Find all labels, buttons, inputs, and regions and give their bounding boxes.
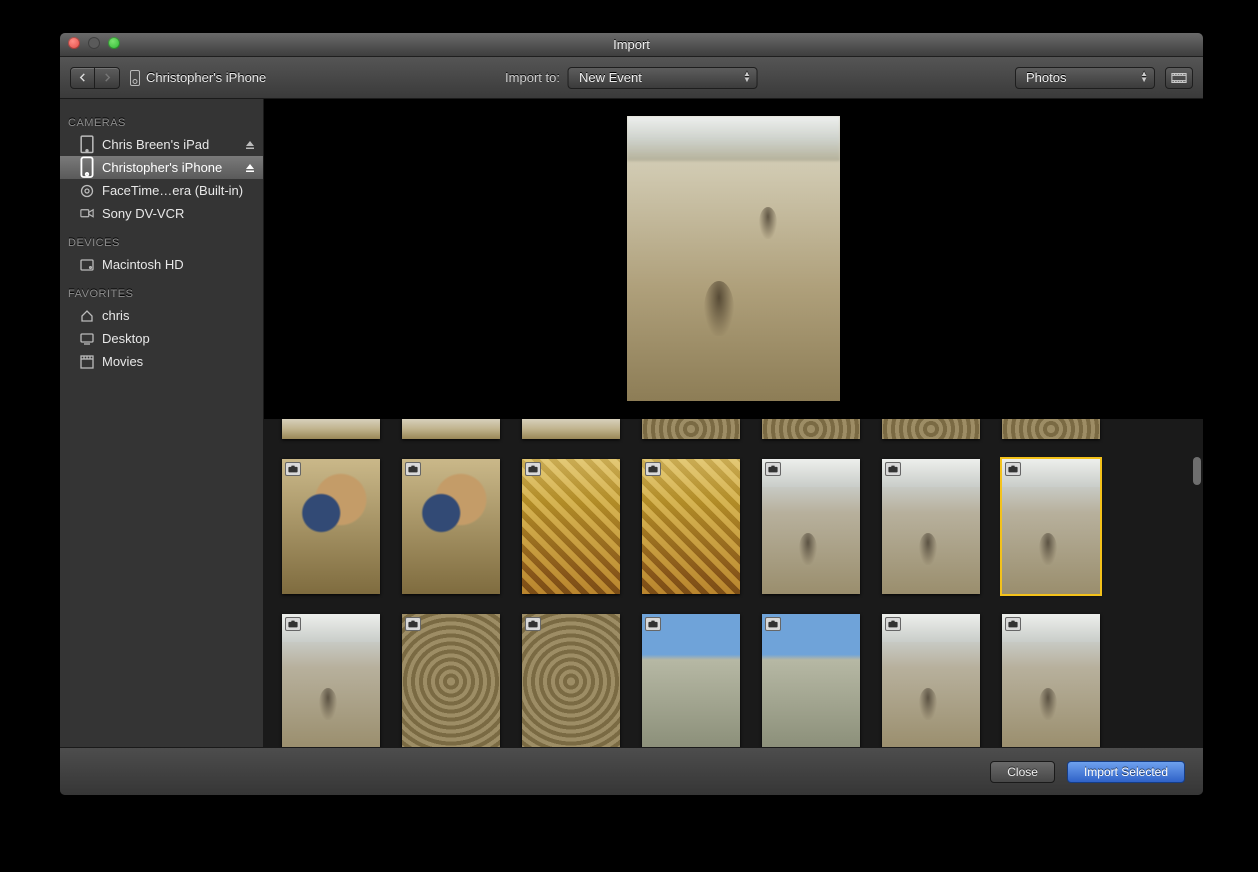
sidebar-item-label: Desktop (102, 331, 150, 346)
main-pane (264, 99, 1203, 747)
hdd-icon (80, 258, 94, 272)
photo-thumbnail[interactable] (882, 459, 980, 594)
import-to-select[interactable]: New Event ▲▼ (568, 67, 758, 89)
nav-forward-button[interactable] (95, 68, 119, 88)
import-window: Import Christopher's iPhone Import to: N… (59, 32, 1204, 796)
view-mode-select[interactable]: Photos ▲▼ (1015, 67, 1155, 89)
movies-icon (80, 355, 94, 369)
window-title: Import (613, 37, 650, 52)
iphone-icon (130, 70, 140, 86)
photo-thumbnail[interactable] (522, 459, 620, 594)
current-device: Christopher's iPhone (130, 70, 266, 86)
zoom-window-button[interactable] (108, 37, 120, 49)
webcam-icon (80, 184, 94, 198)
photo-thumbnail[interactable] (642, 419, 740, 439)
body: CAMERAS Chris Breen's iPad Christopher's i… (60, 99, 1203, 747)
photo-thumbnail[interactable] (282, 614, 380, 747)
camera-badge-icon (525, 462, 541, 476)
titlebar: Import (60, 33, 1203, 57)
sidebar-section-header: CAMERAS (60, 105, 263, 133)
sidebar-section-header: DEVICES (60, 225, 263, 253)
photo-thumbnail[interactable] (642, 459, 740, 594)
import-to-label: Import to: (505, 70, 560, 85)
vertical-scrollbar[interactable] (1193, 457, 1201, 485)
select-arrows-icon: ▲▼ (743, 71, 751, 83)
photo-thumbnail[interactable] (282, 419, 380, 439)
photo-thumbnail[interactable] (762, 419, 860, 439)
photo-thumbnail[interactable] (402, 419, 500, 439)
sidebar-item-label: FaceTime…era (Built-in) (102, 183, 243, 198)
sidebar: CAMERAS Chris Breen's iPad Christopher's i… (60, 99, 264, 747)
camera-badge-icon (645, 462, 661, 476)
import-to-value: New Event (579, 70, 642, 85)
camcorder-icon (80, 207, 94, 221)
preview-pane (264, 99, 1203, 419)
photo-thumbnail[interactable] (1002, 419, 1100, 439)
sidebar-item-label: Movies (102, 354, 143, 369)
filmstrip-view-button[interactable] (1165, 67, 1193, 89)
desktop-icon (80, 332, 94, 346)
minimize-window-button[interactable] (88, 37, 100, 49)
camera-badge-icon (525, 617, 541, 631)
thumbnail-grid[interactable] (264, 419, 1203, 747)
sidebar-item-webcam[interactable]: FaceTime…era (Built-in) (60, 179, 263, 202)
home-icon (80, 309, 94, 323)
photo-thumbnail[interactable] (522, 614, 620, 747)
sidebar-section-header: FAVORITES (60, 276, 263, 304)
import-selected-button[interactable]: Import Selected (1067, 761, 1185, 783)
photo-thumbnail[interactable] (762, 459, 860, 594)
sidebar-item-camcorder[interactable]: Sony DV-VCR (60, 202, 263, 225)
footer: Close Import Selected (60, 747, 1203, 795)
ipad-icon (80, 138, 94, 152)
camera-badge-icon (405, 462, 421, 476)
sidebar-item-movies[interactable]: Movies (60, 350, 263, 373)
select-arrows-icon: ▲▼ (1140, 71, 1148, 83)
photo-thumbnail[interactable] (1002, 459, 1100, 594)
photo-thumbnail[interactable] (882, 614, 980, 747)
sidebar-item-desktop[interactable]: Desktop (60, 327, 263, 350)
camera-badge-icon (285, 462, 301, 476)
camera-badge-icon (645, 617, 661, 631)
filmstrip-icon (1171, 72, 1187, 84)
camera-badge-icon (405, 617, 421, 631)
photo-thumbnail[interactable] (522, 419, 620, 439)
sidebar-item-ipad[interactable]: Chris Breen's iPad (60, 133, 263, 156)
toolbar: Christopher's iPhone Import to: New Even… (60, 57, 1203, 99)
photo-thumbnail[interactable] (882, 419, 980, 439)
eject-icon[interactable] (245, 138, 255, 153)
sidebar-item-label: chris (102, 308, 129, 323)
view-mode-value: Photos (1026, 70, 1066, 85)
eject-icon[interactable] (245, 161, 255, 176)
photo-thumbnail[interactable] (282, 459, 380, 594)
photo-thumbnail[interactable] (762, 614, 860, 747)
traffic-lights (68, 37, 120, 49)
sidebar-item-iphone[interactable]: Christopher's iPhone (60, 156, 263, 179)
sidebar-item-label: Christopher's iPhone (102, 160, 222, 175)
photo-thumbnail[interactable] (402, 459, 500, 594)
sidebar-item-label: Sony DV-VCR (102, 206, 184, 221)
sidebar-item-hdd[interactable]: Macintosh HD (60, 253, 263, 276)
close-button[interactable]: Close (990, 761, 1055, 783)
import-to-group: Import to: New Event ▲▼ (505, 67, 758, 89)
camera-badge-icon (285, 617, 301, 631)
photo-thumbnail[interactable] (402, 614, 500, 747)
nav-back-button[interactable] (71, 68, 95, 88)
nav-segmented (70, 67, 120, 89)
camera-badge-icon (885, 462, 901, 476)
sidebar-item-label: Chris Breen's iPad (102, 137, 209, 152)
sidebar-item-label: Macintosh HD (102, 257, 184, 272)
photo-thumbnail[interactable] (642, 614, 740, 747)
camera-badge-icon (765, 462, 781, 476)
camera-badge-icon (1005, 617, 1021, 631)
iphone-icon (80, 161, 94, 175)
preview-image[interactable] (627, 116, 840, 401)
sidebar-item-home[interactable]: chris (60, 304, 263, 327)
close-window-button[interactable] (68, 37, 80, 49)
camera-badge-icon (765, 617, 781, 631)
camera-badge-icon (1005, 462, 1021, 476)
photo-thumbnail[interactable] (1002, 614, 1100, 747)
current-device-label: Christopher's iPhone (146, 70, 266, 85)
camera-badge-icon (885, 617, 901, 631)
